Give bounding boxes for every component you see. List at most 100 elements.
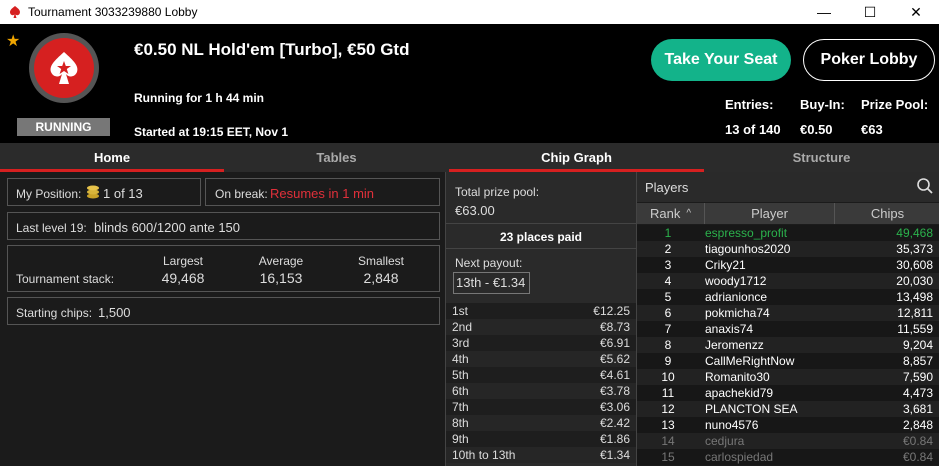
player-chips: €0.84	[902, 450, 933, 464]
player-chips: 12,811	[897, 306, 933, 320]
player-row[interactable]: 1 espresso_profit 49,468	[637, 225, 939, 241]
payout-row: 9th €1.86	[446, 431, 636, 447]
player-chips: 11,559	[897, 322, 933, 336]
close-button[interactable]: ✕	[893, 0, 939, 24]
tab-home[interactable]: Home	[0, 143, 224, 172]
player-rank: 2	[664, 242, 672, 256]
buyin-label: Buy-In:	[800, 97, 845, 112]
stack-label: Tournament stack:	[16, 272, 115, 286]
players-table-header: Rank ^ Player Chips	[637, 203, 939, 224]
player-name: Romanito30	[705, 370, 770, 384]
average-value: 16,153	[259, 270, 303, 286]
player-name: CallMeRightNow	[705, 354, 795, 368]
on-break-label: On break:	[215, 187, 268, 201]
window-titlebar: Tournament 3033239880 Lobby — ☐ ✕	[0, 0, 939, 24]
payout-place: 1st	[452, 304, 469, 318]
my-position-label: My Position:	[16, 187, 82, 201]
player-row[interactable]: 4 woody1712 20,030	[637, 273, 939, 289]
player-row[interactable]: 14 cedjura €0.84	[637, 433, 939, 449]
payout-amount: €5.62	[599, 352, 630, 366]
player-column-header[interactable]: Player	[705, 203, 835, 224]
tab-bar: Home Tables Chip Graph Structure	[0, 143, 939, 172]
tournament-logo	[29, 33, 99, 103]
chips-column-header[interactable]: Chips	[835, 203, 939, 224]
start-time: Started at 19:15 EET, Nov 1	[134, 125, 289, 139]
poker-lobby-button[interactable]: Poker Lobby	[803, 39, 935, 81]
players-header: Players	[637, 172, 939, 202]
player-rank: 5	[664, 290, 672, 304]
tab-structure[interactable]: Structure	[704, 143, 939, 172]
tournament-title: €0.50 NL Hold'em [Turbo], €50 Gtd	[134, 40, 410, 59]
favorite-star-icon[interactable]: ★	[6, 31, 20, 51]
tournament-stack-box: Tournament stack: Largest 49,468 Average…	[7, 245, 440, 292]
player-row[interactable]: 12 PLANCTON SEA 3,681	[637, 401, 939, 417]
running-time: Running for 1 h 44 min	[134, 91, 265, 105]
player-chips: 9,204	[902, 338, 933, 352]
average-label: Average	[258, 254, 304, 268]
payout-amount: €3.06	[599, 400, 630, 414]
player-rank: 14	[661, 434, 675, 448]
prize-panel: Total prize pool: €63.00 23 places paid …	[445, 172, 636, 466]
payout-amount: €8.73	[599, 320, 630, 334]
payout-row: 6th €3.78	[446, 383, 636, 399]
prizepool-label: Prize Pool:	[861, 97, 929, 112]
player-chips: 20,030	[896, 274, 933, 288]
search-icon[interactable]	[916, 177, 934, 198]
tab-tables[interactable]: Tables	[224, 143, 449, 172]
entries-value: 13 of 140	[725, 122, 781, 137]
player-rank: 13	[661, 418, 675, 432]
player-row[interactable]: 11 apachekid79 4,473	[637, 385, 939, 401]
payout-place: 10th to 13th	[452, 448, 516, 462]
player-rank: 15	[661, 450, 675, 464]
tab-chip-graph[interactable]: Chip Graph	[449, 143, 704, 172]
players-title: Players	[645, 180, 689, 195]
player-chips: 2,848	[902, 418, 933, 432]
player-row[interactable]: 10 Romanito30 7,590	[637, 369, 939, 385]
largest-label: Largest	[162, 254, 204, 268]
total-prize-value: €63.00	[455, 203, 495, 218]
payout-amount: €1.34	[599, 448, 630, 462]
maximize-button[interactable]: ☐	[847, 0, 893, 24]
player-name: carlospiedad	[705, 450, 774, 464]
payout-place: 6th	[452, 384, 469, 398]
payout-place: 9th	[452, 432, 469, 446]
player-name: anaxis74	[705, 322, 754, 336]
player-row[interactable]: 5 adrianionce 13,498	[637, 289, 939, 305]
player-row[interactable]: 15 carlospiedad €0.84	[637, 449, 939, 465]
player-rank: 1	[664, 226, 672, 240]
player-row[interactable]: 9 CallMeRightNow 8,857	[637, 353, 939, 369]
next-payout-label: Next payout:	[455, 256, 523, 270]
player-name: espresso_profit	[705, 226, 788, 240]
player-row[interactable]: 7 anaxis74 11,559	[637, 321, 939, 337]
payout-row: 2nd €8.73	[446, 319, 636, 335]
player-rank: 9	[664, 354, 672, 368]
minimize-button[interactable]: —	[801, 0, 847, 24]
payout-row: 4th €5.62	[446, 351, 636, 367]
player-row[interactable]: 8 Jeromenzz 9,204	[637, 337, 939, 353]
player-chips: 13,498	[896, 290, 933, 304]
prizepool-value: €63	[861, 122, 883, 137]
player-rank: 6	[664, 306, 672, 320]
my-position-value: 1 of 13	[103, 186, 143, 201]
player-row[interactable]: 3 Criky21 30,608	[637, 257, 939, 273]
player-chips: 8,857	[902, 354, 933, 368]
rank-column-header[interactable]: Rank ^	[637, 203, 705, 224]
player-rank: 11	[661, 386, 675, 400]
smallest-value: 2,848	[363, 270, 399, 286]
spade-star-icon	[50, 52, 78, 84]
entries-label: Entries:	[725, 97, 774, 112]
payout-row: 10th to 13th €1.34	[446, 447, 636, 463]
player-chips: 35,373	[896, 242, 933, 256]
last-level-box: Last level 19: blinds 600/1200 ante 150	[7, 212, 440, 240]
player-row[interactable]: 6 pokmicha74 12,811	[637, 305, 939, 321]
player-row[interactable]: 13 nuno4576 2,848	[637, 417, 939, 433]
payout-amount: €4.61	[599, 368, 630, 382]
payout-place: 3rd	[452, 336, 470, 350]
starting-chips-value: 1,500	[98, 305, 131, 320]
take-seat-button[interactable]: Take Your Seat	[651, 39, 791, 81]
smallest-label: Smallest	[357, 254, 404, 268]
status-badge: RUNNING	[17, 118, 110, 136]
places-paid: 23 places paid	[499, 230, 583, 244]
player-row[interactable]: 2 tiagounhos2020 35,373	[637, 241, 939, 257]
player-rank: 4	[664, 274, 672, 288]
